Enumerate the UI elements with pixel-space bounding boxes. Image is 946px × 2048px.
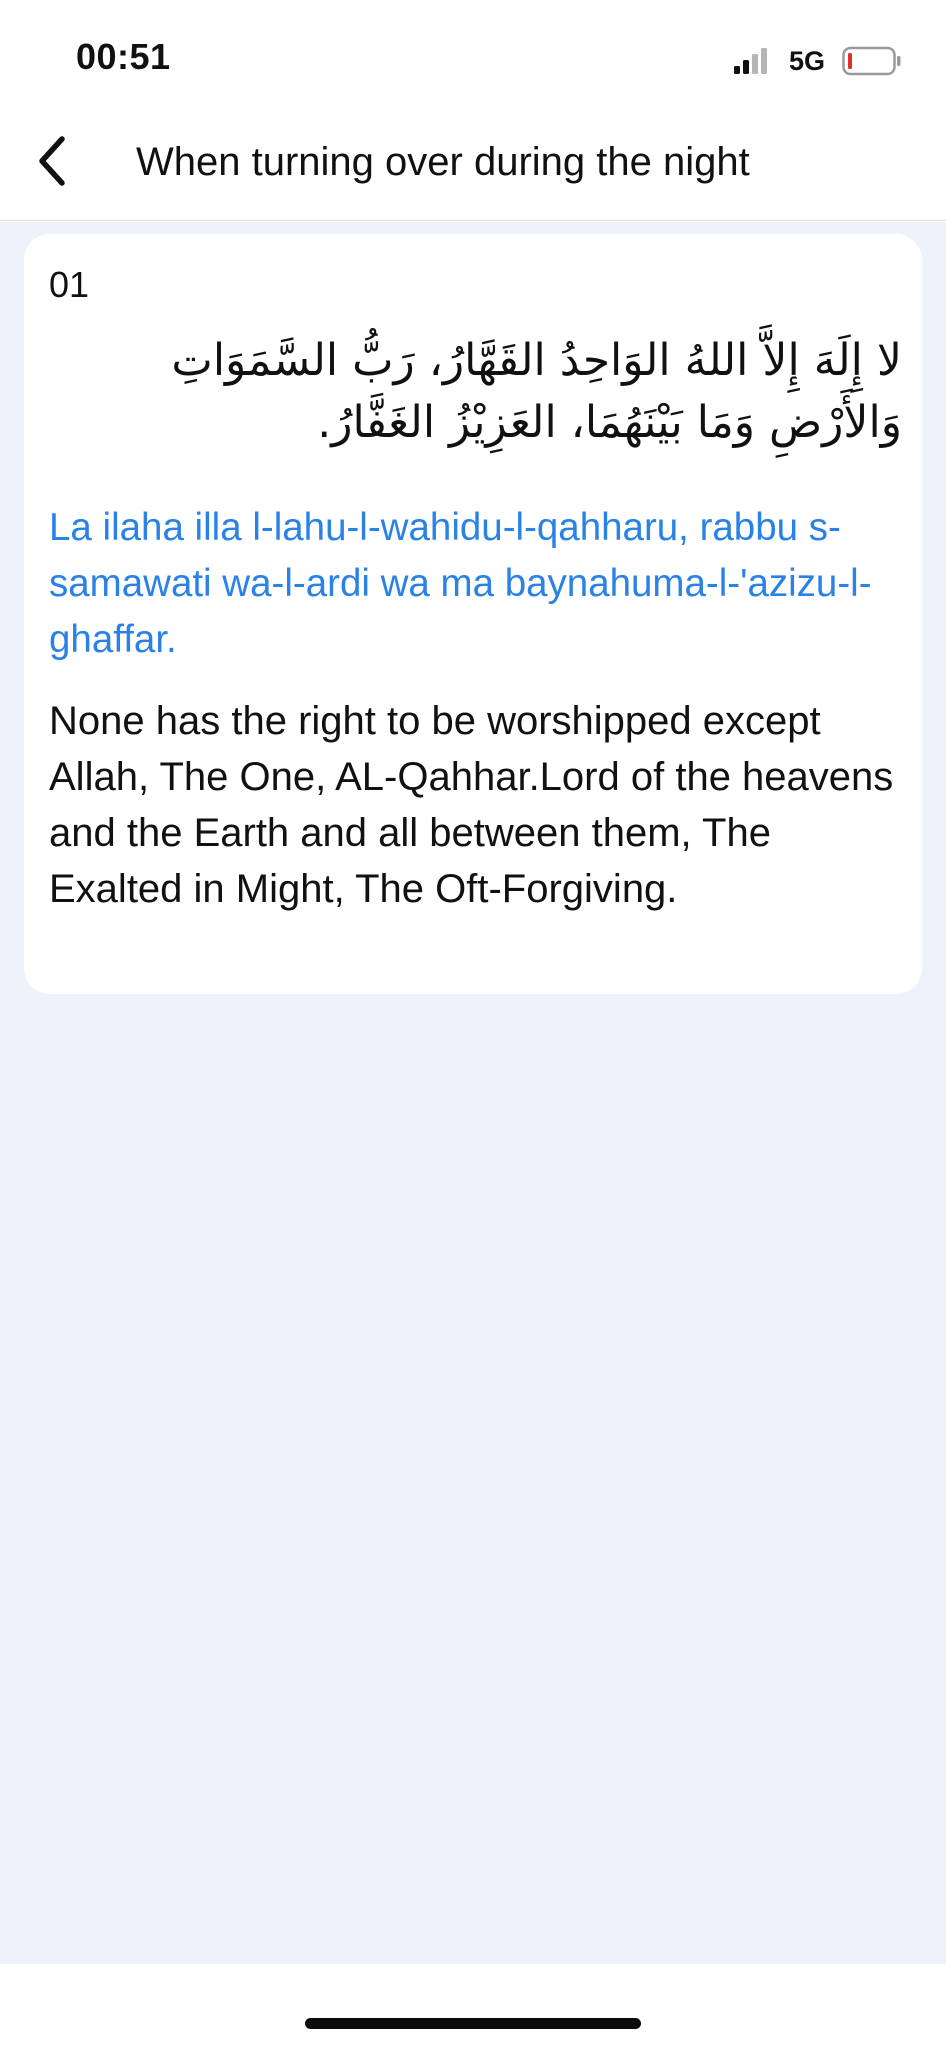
network-type-label: 5G	[789, 46, 826, 76]
battery-low-icon	[842, 46, 901, 76]
transliteration-text: La ilaha illa l-lahu-l-wahidu-l-qahharu,…	[49, 506, 872, 661]
translation-text: None has the right to be worshipped exce…	[49, 699, 894, 911]
item-number: 01	[49, 264, 90, 305]
dhikr-card: 01 لا إِلَهَ إِلاَّ اللهُ الوَاحِدُ القَ…	[24, 234, 922, 994]
navigation-bar: When turning over during the night	[0, 110, 946, 221]
home-indicator[interactable]	[305, 2018, 641, 2029]
arabic-text: لا إِلَهَ إِلاَّ اللهُ الوَاحِدُ القَهَّ…	[171, 335, 902, 448]
page-title: When turning over during the night	[136, 140, 750, 184]
back-button[interactable]	[18, 126, 88, 196]
chevron-left-icon	[39, 136, 65, 186]
status-bar: 00:51 5G	[0, 0, 946, 110]
bottom-safe-area	[0, 1964, 946, 2048]
content-area[interactable]: 01 لا إِلَهَ إِلاَّ اللهُ الوَاحِدُ القَ…	[0, 222, 946, 1964]
status-time: 00:51	[76, 36, 171, 77]
signal-bars-icon	[734, 48, 767, 74]
